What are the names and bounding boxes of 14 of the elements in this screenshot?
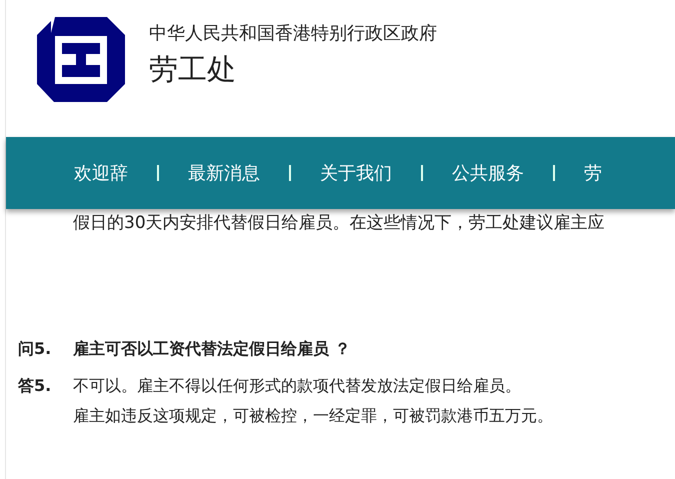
nav-link[interactable]: 劳: [584, 160, 602, 186]
question-text: 雇主可否以工资代替法定假日给雇员 ？: [73, 338, 351, 360]
department-name: 劳工处: [149, 51, 237, 87]
question-label: 问5.: [18, 338, 52, 360]
nav-link[interactable]: 最新消息: [188, 160, 260, 186]
answer-label: 答5.: [18, 375, 52, 397]
nav-link[interactable]: 欢迎辞: [74, 160, 128, 186]
body-text: 假日的30天内安排代替假日给雇员。在这些情况下，劳工处建议雇主应: [73, 212, 606, 235]
nav-link[interactable]: 关于我们: [320, 160, 392, 186]
answer-text: 不可以。雇主不得以任何形式的款项代替发放法定假日给雇员。: [73, 375, 522, 397]
logo-icon: [37, 17, 125, 102]
nav-link[interactable]: 公共服务: [452, 160, 524, 186]
government-name: 中华人民共和国香港特别行政区政府: [149, 23, 437, 45]
answer-text: 雇主如违反这项规定，可被检控，一经定罪，可被罚款港币五万元。: [73, 405, 553, 427]
